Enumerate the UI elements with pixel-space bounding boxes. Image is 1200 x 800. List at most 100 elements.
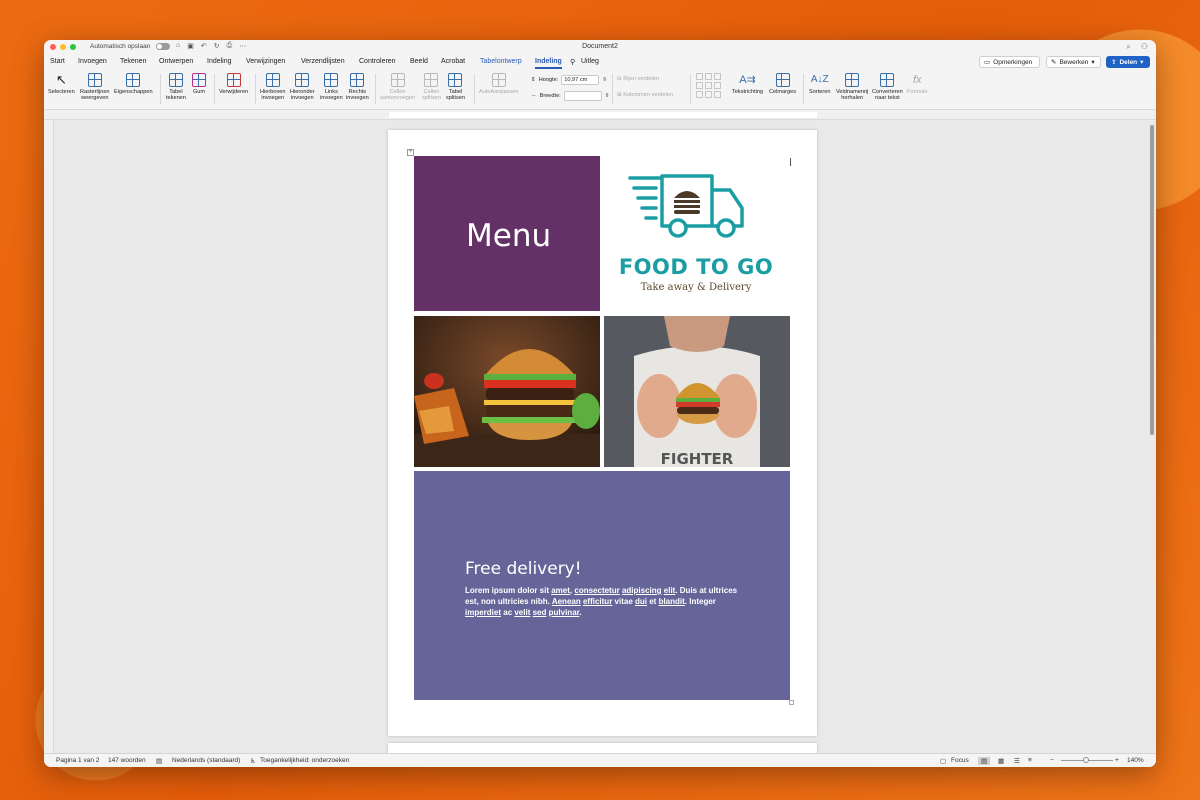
accessibility-status[interactable]: Toegankelijkheid: onderzoeken xyxy=(260,757,349,764)
merge-cells-button[interactable]: Cellen samenvoegen xyxy=(380,73,415,101)
draft-view-icon[interactable]: ≡ xyxy=(1028,757,1032,764)
spellcheck-word[interactable]: sed xyxy=(533,608,547,617)
stepper-icon[interactable]: ⇳ xyxy=(602,77,607,83)
table-resize-handle[interactable] xyxy=(789,700,794,705)
distribute-cols-button[interactable]: ⊞ Kolommen verdelen xyxy=(617,92,673,98)
share-button[interactable]: ⇪ Delen ▾ xyxy=(1106,56,1150,68)
ribbon-tabs: Start Invoegen Tekenen Ontwerpen Indelin… xyxy=(44,54,1156,70)
logo-tagline: Take away & Delivery xyxy=(640,282,752,293)
insert-below-button[interactable]: Hieronder invoegen xyxy=(290,73,315,101)
convert-to-text-button[interactable]: Converteren naar tekst xyxy=(872,73,903,101)
tab-verwijzingen[interactable]: Verwijzingen xyxy=(246,58,285,65)
spellcheck-word[interactable]: adipiscing xyxy=(622,586,662,595)
spellcheck-word[interactable]: imperdiet xyxy=(465,608,501,617)
delivery-body-text[interactable]: Lorem ipsum dolor sit amet, consectetur … xyxy=(465,585,745,618)
word-count[interactable]: 147 woorden xyxy=(108,757,146,764)
gridlines-label-2: weergeven xyxy=(81,95,109,102)
delivery-cell[interactable]: Free delivery! Lorem ipsum dolor sit ame… xyxy=(414,471,790,700)
spellcheck-word[interactable]: elit xyxy=(664,586,676,595)
spellcheck-word[interactable]: consectetur xyxy=(574,586,619,595)
comments-button[interactable]: ▭ Opmerkingen xyxy=(979,56,1040,68)
tab-tekenen[interactable]: Tekenen xyxy=(120,58,146,65)
insert-above-label-2: invoegen xyxy=(261,95,285,102)
edit-button[interactable]: ✎ Bewerken ▾ xyxy=(1046,56,1101,68)
sort-button[interactable]: A↓Z Sorteren xyxy=(809,73,830,95)
align-top-left-icon[interactable] xyxy=(696,73,703,80)
delete-table-icon xyxy=(226,73,241,87)
zoom-out-icon[interactable]: − xyxy=(1050,757,1054,764)
print-layout-view-icon[interactable]: ▤ xyxy=(978,757,991,765)
burger-photo[interactable] xyxy=(414,316,600,467)
split-cells-button[interactable]: Cellen splitsen xyxy=(422,73,441,101)
tab-table-indeling[interactable]: Indeling xyxy=(535,58,562,69)
table-move-handle-icon[interactable]: + xyxy=(407,149,414,156)
search-icon[interactable]: ⌕ xyxy=(1126,42,1130,52)
spellcheck-word[interactable]: velit xyxy=(514,608,530,617)
person-holding-burger-photo[interactable]: FIGHTER xyxy=(604,316,790,467)
draw-table-button[interactable]: Tabel tekenen xyxy=(166,73,186,101)
width-input[interactable] xyxy=(563,91,602,101)
alignment-grid[interactable] xyxy=(696,73,721,98)
split-table-button[interactable]: Tabel splitsen xyxy=(446,73,465,101)
height-input[interactable]: 10,97 cm xyxy=(561,75,600,85)
horizontal-ruler[interactable] xyxy=(44,110,1156,120)
delete-button[interactable]: Verwijderen xyxy=(219,73,248,95)
align-top-right-icon[interactable] xyxy=(714,73,721,80)
tab-verzendlijsten[interactable]: Verzendlijsten xyxy=(301,58,345,65)
spellcheck-word[interactable]: blandit xyxy=(659,597,685,606)
tab-uitleg[interactable]: Uitleg xyxy=(581,58,599,65)
zoom-in-icon[interactable]: + xyxy=(1115,757,1119,764)
eraser-button[interactable]: Gum xyxy=(192,73,206,95)
cell-margins-button[interactable]: Celmarges xyxy=(769,73,796,95)
eraser-label: Gum xyxy=(192,89,206,95)
select-button[interactable]: ↖ Selecteren xyxy=(48,73,75,96)
edit-label: Bewerken xyxy=(1059,58,1089,66)
align-middle-right-icon[interactable] xyxy=(714,82,721,89)
document-page[interactable]: + Menu FOOD TO GO Take away & Delivery F… xyxy=(388,130,817,736)
distribute-rows-button[interactable]: ⊟ Rijen verdelen xyxy=(617,76,659,82)
language-status[interactable]: Nederlands (standaard) xyxy=(172,757,240,764)
vertical-ruler[interactable] xyxy=(44,120,54,753)
outline-view-icon[interactable]: ☰ xyxy=(1014,757,1020,765)
spellcheck-word[interactable]: efficitur xyxy=(583,597,612,606)
spellcheck-word[interactable]: amet xyxy=(551,586,570,595)
autofit-button[interactable]: AutoAanpassen xyxy=(479,73,519,95)
align-top-center-icon[interactable] xyxy=(705,73,712,80)
vertical-scrollbar[interactable] xyxy=(1150,125,1154,435)
share-people-icon[interactable]: ⚇ xyxy=(1141,42,1148,52)
proofing-icon[interactable]: ▤ xyxy=(156,757,162,765)
tab-indeling[interactable]: Indeling xyxy=(207,58,232,65)
tab-invoegen[interactable]: Invoegen xyxy=(78,58,107,65)
food-to-go-logo[interactable]: FOOD TO GO Take away & Delivery xyxy=(602,160,790,310)
align-middle-left-icon[interactable] xyxy=(696,82,703,89)
insert-left-button[interactable]: Links invoegen xyxy=(320,73,343,101)
tab-tabelontwerp[interactable]: Tabelontwerp xyxy=(480,58,522,65)
align-middle-center-icon[interactable] xyxy=(705,82,712,89)
text-direction-button[interactable]: A⇉ Tekstrichting xyxy=(732,73,763,95)
insert-above-button[interactable]: Hierboven invoegen xyxy=(260,73,286,101)
formula-label: Formule xyxy=(907,89,928,95)
spellcheck-word[interactable]: pulvinar xyxy=(549,608,580,617)
properties-button[interactable]: Eigenschappen xyxy=(114,73,153,95)
stepper-icon[interactable]: ⇳ xyxy=(605,93,610,99)
tab-controleren[interactable]: Controleren xyxy=(359,58,396,65)
tab-beeld[interactable]: Beeld xyxy=(410,58,428,65)
focus-button[interactable]: Focus xyxy=(951,757,969,764)
tab-start[interactable]: Start xyxy=(50,58,65,65)
spellcheck-word[interactable]: Aenean xyxy=(552,597,581,606)
align-bottom-center-icon[interactable] xyxy=(705,91,712,98)
repeat-header-button[interactable]: Veldnamenrij herhalen xyxy=(836,73,868,101)
align-bottom-left-icon[interactable] xyxy=(696,91,703,98)
tab-acrobat[interactable]: Acrobat xyxy=(441,58,465,65)
tab-ontwerpen[interactable]: Ontwerpen xyxy=(159,58,193,65)
insert-right-button[interactable]: Rechts invoegen xyxy=(346,73,369,101)
align-bottom-right-icon[interactable] xyxy=(714,91,721,98)
menu-title-cell[interactable]: Menu xyxy=(414,156,600,311)
page-count[interactable]: Pagina 1 van 2 xyxy=(56,757,99,764)
formula-button[interactable]: fx Formule xyxy=(907,73,928,95)
gridlines-button[interactable]: Rasterlijnen weergeven xyxy=(80,73,110,101)
zoom-level[interactable]: 140% xyxy=(1127,757,1144,764)
spellcheck-word[interactable]: dui xyxy=(635,597,647,606)
web-layout-view-icon[interactable]: ▦ xyxy=(998,757,1004,765)
zoom-slider-handle[interactable] xyxy=(1083,757,1089,763)
